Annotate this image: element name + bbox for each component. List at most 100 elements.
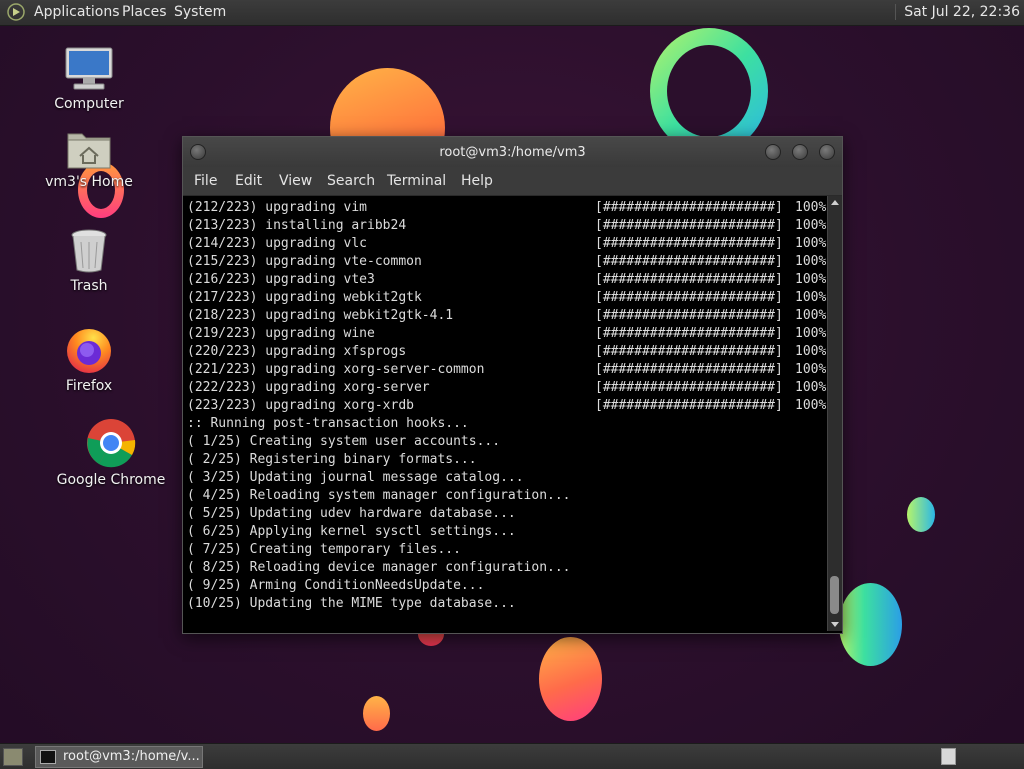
terminal-line: ( 5/25) Updating udev hardware database.… — [187, 506, 516, 521]
show-desktop-icon[interactable] — [3, 748, 23, 766]
progress-bar-text: [######################] — [595, 200, 783, 215]
desktop-icon-label: Firefox — [65, 378, 113, 394]
terminal-line: ( 7/25) Creating temporary files... — [187, 542, 461, 557]
terminal-output[interactable]: (212/223) upgrading vim [################… — [183, 196, 826, 630]
menu-file[interactable]: File — [194, 173, 217, 189]
terminal-line: (214/223) upgrading vlc [################… — [187, 235, 826, 253]
menu-terminal[interactable]: Terminal — [387, 173, 446, 189]
terminal-line: :: Running post-transaction hooks... — [187, 416, 469, 431]
home-folder-icon — [67, 133, 111, 169]
terminal-line: ( 3/25) Updating journal message catalog… — [187, 470, 524, 485]
terminal-line-text: (217/223) upgrading webkit2gtk — [187, 290, 422, 305]
progress-bar-text: [######################] — [595, 380, 783, 395]
terminal-line-text: (216/223) upgrading vte3 — [187, 272, 375, 287]
progress-percent: 100% — [795, 380, 826, 395]
desktop-icon-chrome[interactable]: Google Chrome — [56, 418, 166, 488]
bottom-panel: root@vm3:/home/v... — [0, 743, 1024, 769]
window-menubar: File Edit View Search Terminal Help — [183, 167, 842, 196]
maximize-icon[interactable] — [792, 144, 808, 160]
progress-percent: 100% — [795, 200, 826, 215]
progress-bar-text: [######################] — [595, 344, 783, 359]
terminal-line: ( 8/25) Reloading device manager configu… — [187, 560, 571, 575]
progress-bar-text: [######################] — [595, 398, 783, 413]
progress-bar-text: [######################] — [595, 218, 783, 233]
progress-percent: 100% — [795, 308, 826, 323]
wallpaper-orange-egg — [539, 637, 602, 721]
window-title: root@vm3:/home/vm3 — [439, 145, 586, 160]
terminal-line-text: (214/223) upgrading vlc — [187, 236, 368, 251]
terminal-line-text: (215/223) upgrading vte-common — [187, 254, 422, 269]
system-menu[interactable]: System — [174, 4, 226, 20]
minimize-icon[interactable] — [765, 144, 781, 160]
scroll-down-arrow-icon[interactable] — [831, 622, 839, 627]
terminal-line: (217/223) upgrading webkit2gtk [#########… — [187, 289, 826, 307]
progress-percent: 100% — [795, 236, 826, 251]
menu-help[interactable]: Help — [461, 173, 493, 189]
wallpaper-small-orange-blob — [363, 696, 390, 731]
progress-bar-text: [######################] — [595, 272, 783, 287]
progress-percent: 100% — [795, 290, 826, 305]
taskbar-terminal-button[interactable]: root@vm3:/home/v... — [35, 746, 203, 768]
panel-clock[interactable]: Sat Jul 22, 22:36 — [895, 4, 1020, 20]
progress-bar-text: [######################] — [595, 362, 783, 377]
terminal-line: ( 4/25) Reloading system manager configu… — [187, 488, 571, 503]
terminal-line: (212/223) upgrading vim [################… — [187, 199, 826, 217]
progress-percent: 100% — [795, 272, 826, 287]
desktop-icon-home[interactable]: vm3's Home — [34, 128, 144, 190]
terminal-line-text: (222/223) upgrading xorg-server — [187, 380, 430, 395]
applications-menu[interactable]: Applications — [34, 4, 120, 20]
terminal-line-text: (223/223) upgrading xorg-xrdb — [187, 398, 414, 413]
terminal-line: (215/223) upgrading vte-common [#########… — [187, 253, 826, 271]
workspace-switcher[interactable] — [941, 748, 956, 765]
terminal-line: (216/223) upgrading vte3 [###############… — [187, 271, 826, 289]
terminal-line: (218/223) upgrading webkit2gtk-4.1 [#####… — [187, 307, 826, 325]
menu-search[interactable]: Search — [327, 173, 375, 189]
places-menu[interactable]: Places — [122, 4, 167, 20]
progress-percent: 100% — [795, 254, 826, 269]
progress-bar-text: [######################] — [595, 308, 783, 323]
progress-percent: 100% — [795, 344, 826, 359]
terminal-line-text: (221/223) upgrading xorg-server-common — [187, 362, 485, 377]
terminal-line-text: (212/223) upgrading vim — [187, 200, 368, 215]
terminal-window[interactable]: root@vm3:/home/vm3 File Edit View Search… — [182, 136, 843, 634]
progress-percent: 100% — [795, 362, 826, 377]
terminal-line: (223/223) upgrading xorg-xrdb [##########… — [187, 397, 826, 415]
wallpaper-blue-blob — [839, 583, 902, 666]
desktop-icon-label: Trash — [70, 278, 108, 294]
desktop-icon-trash[interactable]: Trash — [34, 228, 144, 294]
desktop-icon-label: Computer — [54, 96, 124, 112]
terminal-line: (221/223) upgrading xorg-server-common [#… — [187, 361, 826, 379]
terminal-scrollbar[interactable] — [827, 196, 842, 631]
terminal-line: ( 1/25) Creating system user accounts... — [187, 434, 501, 449]
desktop-icon-firefox[interactable]: Firefox — [34, 326, 144, 394]
desktop-icon-label: Google Chrome — [56, 472, 166, 488]
app-menu-logo-icon[interactable] — [7, 3, 25, 21]
progress-percent: 100% — [795, 398, 826, 413]
terminal-line-text: (218/223) upgrading webkit2gtk-4.1 — [187, 308, 454, 323]
terminal-line: (10/25) Updating the MIME type database.… — [187, 596, 516, 611]
wallpaper-teal-blob — [907, 497, 935, 532]
terminal-line-text: (220/223) upgrading xfsprogs — [187, 344, 407, 359]
terminal-line: (220/223) upgrading xfsprogs [###########… — [187, 343, 826, 361]
scroll-up-arrow-icon[interactable] — [831, 200, 839, 205]
trash-icon — [71, 229, 107, 273]
scrollbar-thumb[interactable] — [830, 576, 839, 614]
menu-view[interactable]: View — [279, 173, 312, 189]
computer-icon — [65, 47, 113, 90]
terminal-line: (213/223) installing aribb24 [###########… — [187, 217, 826, 235]
firefox-icon — [67, 329, 111, 373]
terminal-line: ( 2/25) Registering binary formats... — [187, 452, 477, 467]
terminal-line-text: (219/223) upgrading wine — [187, 326, 375, 341]
terminal-line: (222/223) upgrading xorg-server [########… — [187, 379, 826, 397]
progress-percent: 100% — [795, 218, 826, 233]
menu-edit[interactable]: Edit — [235, 173, 262, 189]
desktop-icon-label: vm3's Home — [45, 174, 133, 190]
top-panel: Applications Places System Sat Jul 22, 2… — [0, 0, 1024, 26]
terminal-icon — [40, 750, 56, 764]
progress-bar-text: [######################] — [595, 290, 783, 305]
terminal-line: ( 9/25) Arming ConditionNeedsUpdate... — [187, 578, 485, 593]
terminal-line: ( 6/25) Applying kernel sysctl settings.… — [187, 524, 516, 539]
window-titlebar[interactable]: root@vm3:/home/vm3 — [183, 137, 842, 167]
desktop-icon-computer[interactable]: Computer — [34, 46, 144, 112]
close-icon[interactable] — [819, 144, 835, 160]
